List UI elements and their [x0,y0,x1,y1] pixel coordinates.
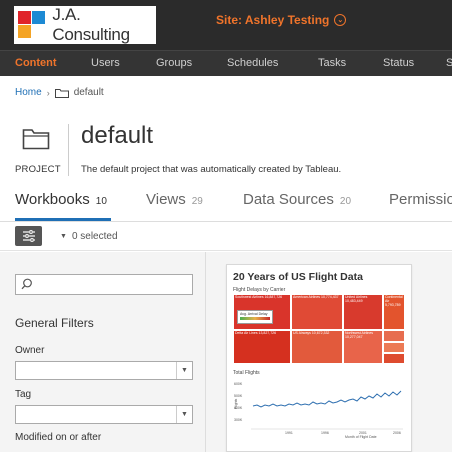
project-description: The default project that was automatical… [81,164,342,175]
treemap-thumbnail: Southwest Airlines 16,887,726 American A… [233,294,405,364]
general-filters-heading: General Filters [15,316,94,330]
treemap-cell: United Airlines 10,483,449 [343,294,383,330]
treemap-cell [383,330,405,342]
breadcrumb-home[interactable]: Home [15,87,42,98]
y-tick-label: 600K [234,382,243,386]
y-tick-label: 500K [234,394,243,398]
nav-tasks[interactable]: Tasks [318,51,346,76]
tab-workbooks[interactable]: Workbooks 10 [15,191,107,208]
y-tick-label: 300K [234,418,243,422]
treemap-cell: Northwest Airlines 10,277,047 [343,330,383,364]
tab-count: 20 [339,196,352,207]
selected-count: 0 selected [71,231,118,242]
treemap-title: Flight Delays by Carrier [233,287,286,293]
tab-label: Views [146,191,186,208]
logo-mark-icon [18,11,45,39]
nav-content[interactable]: Content [15,51,57,76]
workbook-title: 20 Years of US Flight Data [233,271,363,283]
line-chart-thumbnail: 600K 500K 400K 300K Flights 1991 1996 20… [234,382,403,439]
treemap-legend: Avg. Arrival Delay [237,310,273,324]
sliders-icon [22,230,35,242]
workbook-card[interactable]: 20 Years of US Flight Data Flight Delays… [226,264,412,452]
project-folder-icon [22,129,50,150]
selection-dropdown[interactable]: ▼ 0 selected [60,231,118,242]
tab-label: Permissio [389,191,452,208]
tab-views[interactable]: Views 29 [146,191,203,208]
main-nav: Content Users Groups Schedules Tasks Sta… [0,50,452,76]
page-title: default [81,122,154,149]
tag-label: Tag [15,389,32,400]
treemap-cell [383,342,405,353]
company-logo[interactable]: J.A. Consulting [14,5,156,44]
chevron-down-icon: ⌄ [334,14,347,26]
project-type-label: PROJECT [15,164,61,175]
line-series [252,390,402,408]
active-tab-indicator [15,218,111,221]
tab-permissions[interactable]: Permissio [389,191,452,208]
x-tick-label: 1996 [321,431,329,435]
treemap-cell: Continental Air 5,793,789 [383,294,405,330]
tab-label: Data Sources [243,191,334,208]
modified-label: Modified on or after [15,432,102,443]
tab-data-sources[interactable]: Data Sources 20 [243,191,351,208]
treemap-cell: American Airlines 10,774,437 [291,294,343,330]
x-tick-label: 1991 [285,431,293,435]
x-tick-label: 2006 [393,431,401,435]
legend-label: Avg. Arrival Delay [240,312,268,316]
treemap-cell [383,353,405,364]
x-axis-label: Month of Flight Date [345,435,377,439]
top-header: J.A. Consulting Site: Ashley Testing ⌄ [0,0,452,50]
treemap-cell: US Airways 10,672,332 [291,330,343,364]
nav-schedules[interactable]: Schedules [227,51,278,76]
nav-users[interactable]: Users [91,51,120,76]
nav-status[interactable]: Status [383,51,414,76]
tab-count: 29 [191,196,203,207]
tab-count: 10 [95,196,107,207]
toolbar: ▼ 0 selected [0,223,452,251]
tag-select[interactable]: ▼ [15,405,193,424]
search-icon [21,278,32,290]
breadcrumb-current: default [73,87,104,98]
tab-label: Workbooks [15,191,90,208]
content-tabs: Workbooks 10 Views 29 Data Sources 20 Permi… [0,186,452,222]
treemap-cell: Delta Air Lines 13,827,726 [233,330,291,364]
search-input[interactable] [15,274,193,295]
nav-settings[interactable]: S [446,51,452,76]
nav-groups[interactable]: Groups [156,51,192,76]
breadcrumb-separator: › [46,87,50,98]
breadcrumb: Home › default [15,87,104,98]
legend-gradient [240,317,270,320]
filter-toggle-button[interactable] [15,226,42,246]
dropdown-arrow-icon: ▼ [176,362,192,379]
y-axis-label: Flights [234,398,238,409]
site-label: Site: Ashley Testing [216,13,330,27]
site-switcher[interactable]: Site: Ashley Testing ⌄ [216,13,347,27]
folder-icon [54,88,69,98]
dropdown-arrow-icon: ▼ [176,406,192,423]
logo-text: J.A. Consulting [52,5,130,44]
project-divider [68,124,69,176]
caret-down-icon: ▼ [60,233,67,240]
owner-label: Owner [15,345,45,356]
owner-select[interactable]: ▼ [15,361,193,380]
